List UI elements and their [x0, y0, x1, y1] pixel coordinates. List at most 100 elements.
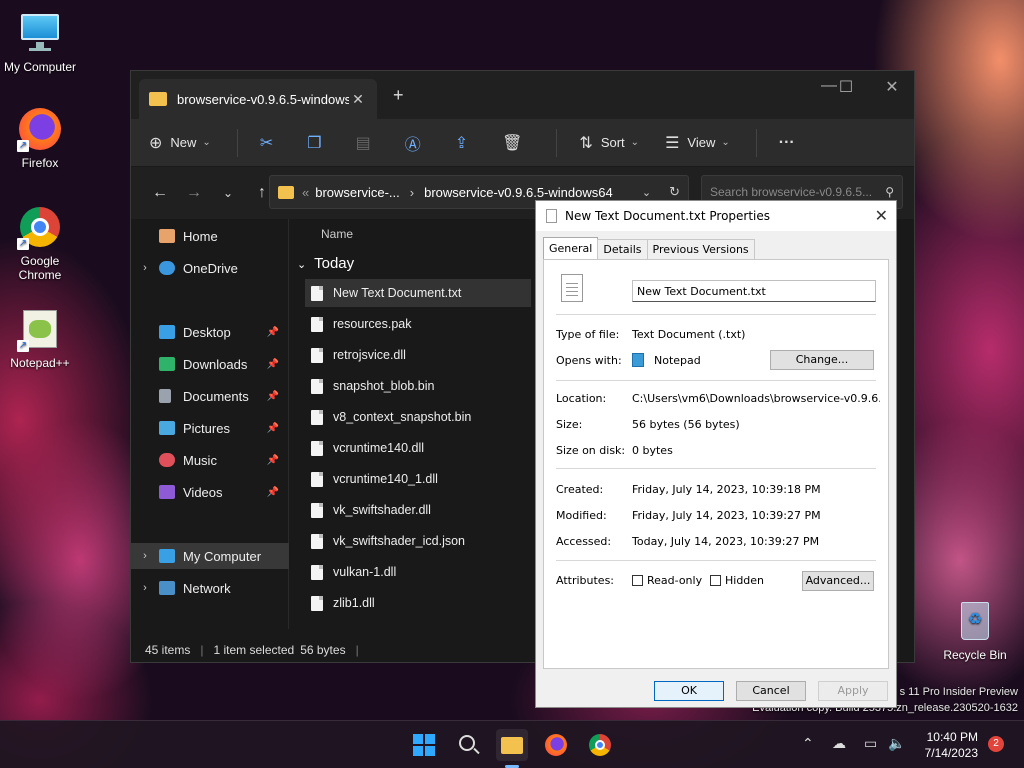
desktop-icon-recycle-bin[interactable]: ♻ Recycle Bin: [935, 598, 1015, 662]
filename-input[interactable]: New Text Document.txt: [632, 280, 876, 302]
change-button[interactable]: Change...: [770, 350, 874, 370]
paste-button[interactable]: ▤: [356, 133, 379, 153]
nav-item-downloads[interactable]: Downloads 📌: [131, 351, 289, 377]
column-header-name[interactable]: Name: [321, 227, 353, 241]
pin-icon[interactable]: 📌: [267, 359, 279, 370]
file-row[interactable]: New Text Document.txt: [305, 279, 531, 307]
expand-chevron-icon[interactable]: ›: [131, 262, 159, 274]
file-name: vk_swiftshader_icd.json: [333, 534, 466, 548]
explorer-tab[interactable]: browservice-v0.9.6.5-windows64 ✕: [139, 79, 377, 119]
ok-button[interactable]: OK: [654, 681, 724, 701]
nav-item-home[interactable]: Home: [131, 223, 289, 249]
view-button[interactable]: ☰ View ⌄: [665, 133, 730, 153]
checkbox-box[interactable]: [632, 575, 643, 586]
nav-item-my-computer[interactable]: › My Computer: [131, 543, 289, 569]
sort-button[interactable]: ⇅ Sort ⌄: [579, 133, 639, 153]
file-row[interactable]: v8_context_snapshot.bin: [305, 403, 531, 431]
pin-icon[interactable]: 📌: [267, 455, 279, 466]
group-collapse-chevron-icon[interactable]: ⌄: [297, 259, 306, 271]
taskbar-file-explorer[interactable]: [496, 729, 528, 768]
dll-file-icon: [311, 347, 323, 363]
hidden-checkbox[interactable]: Hidden: [710, 574, 764, 587]
back-arrow-icon[interactable]: ←: [143, 184, 177, 202]
network-disconnected-icon[interactable]: ☁: [832, 735, 846, 752]
search-input[interactable]: Search browservice-v0.9.6.5...: [710, 185, 879, 199]
file-row[interactable]: vk_swiftshader.dll: [305, 496, 531, 524]
nav-item-label: Documents: [183, 388, 249, 404]
new-tab-button[interactable]: +: [393, 85, 404, 106]
file-row[interactable]: vcruntime140_1.dll: [305, 465, 531, 493]
new-button-label: New: [170, 135, 197, 150]
breadcrumb-item[interactable]: browservice-v0.9.6.5-windows64: [424, 185, 613, 200]
tray-overflow-chevron-icon[interactable]: ⌃: [802, 735, 814, 752]
cancel-button[interactable]: Cancel: [736, 681, 806, 701]
nav-item-desktop[interactable]: Desktop 📌: [131, 319, 289, 345]
file-row[interactable]: snapshot_blob.bin: [305, 372, 531, 400]
trash-icon: 🗑: [502, 134, 523, 152]
taskbar-chrome[interactable]: [584, 729, 616, 761]
view-button-label: View: [687, 135, 716, 150]
file-row[interactable]: resources.pak: [305, 310, 531, 338]
volume-icon[interactable]: 🔈: [888, 735, 905, 752]
readonly-checkbox[interactable]: Read-only: [632, 574, 702, 587]
more-options-button[interactable]: ···: [779, 134, 803, 152]
apply-button[interactable]: Apply: [818, 681, 888, 701]
cut-button[interactable]: ✂: [260, 133, 281, 153]
nav-item-network[interactable]: › Network: [131, 575, 289, 601]
file-row[interactable]: vulkan-1.dll: [305, 558, 531, 586]
delete-button[interactable]: 🗑: [502, 133, 530, 153]
address-dropdown-icon[interactable]: ⌄: [642, 186, 651, 199]
refresh-icon[interactable]: ↻: [669, 184, 680, 200]
nav-item-documents[interactable]: Documents 📌: [131, 383, 289, 409]
notification-badge[interactable]: 2: [988, 736, 1004, 752]
pin-icon[interactable]: 📌: [267, 423, 279, 434]
nav-item-onedrive[interactable]: › OneDrive: [131, 255, 289, 281]
advanced-button[interactable]: Advanced...: [802, 571, 874, 591]
desktop-icon-firefox[interactable]: ↗ Firefox: [0, 106, 80, 170]
close-window-button[interactable]: ✕: [869, 77, 915, 97]
desktop-icon-notepadpp[interactable]: ↗ Notepad++: [0, 306, 80, 370]
dialog-close-button[interactable]: ✕: [875, 206, 888, 225]
modified-label: Modified:: [556, 509, 607, 522]
tab-details[interactable]: Details: [597, 239, 648, 259]
file-row[interactable]: zlib1.dll: [305, 589, 531, 617]
copy-button[interactable]: ❐: [307, 133, 329, 153]
nav-item-pictures[interactable]: Pictures 📌: [131, 415, 289, 441]
desktop-icon-chrome[interactable]: ↗ Google Chrome: [0, 204, 80, 282]
forward-arrow-icon[interactable]: →: [177, 184, 211, 202]
new-button[interactable]: ⊕ New ⌄: [149, 133, 211, 153]
rename-button[interactable]: Ⓐ: [405, 131, 429, 155]
taskbar-clock[interactable]: 10:40 PM 7/14/2023: [908, 729, 978, 761]
location-label: Location:: [556, 392, 607, 405]
desktop-icon-label: Notepad++: [10, 356, 70, 370]
start-button[interactable]: [408, 729, 440, 761]
expand-chevron-icon[interactable]: ›: [131, 582, 159, 594]
display-icon[interactable]: ▭: [864, 735, 877, 752]
nav-item-music[interactable]: Music 📌: [131, 447, 289, 473]
maximize-button[interactable]: ☐: [823, 77, 869, 97]
expand-chevron-icon[interactable]: ›: [131, 550, 159, 562]
file-row[interactable]: retrojsvice.dll: [305, 341, 531, 369]
breadcrumb-overflow-icon[interactable]: «: [302, 185, 309, 200]
recent-locations-chevron-icon[interactable]: ⌄: [211, 186, 245, 200]
file-row[interactable]: vk_swiftshader_icd.json: [305, 527, 531, 555]
breadcrumb-item[interactable]: browservice-...: [315, 185, 400, 200]
general-tab-panel: New Text Document.txt Type of file: Text…: [543, 259, 889, 669]
share-button[interactable]: ⇪: [455, 133, 476, 153]
taskbar-firefox[interactable]: [540, 729, 572, 761]
nav-item-videos[interactable]: Videos 📌: [131, 479, 289, 505]
tab-previous-versions[interactable]: Previous Versions: [646, 239, 755, 259]
tab-close-icon[interactable]: ✕: [349, 91, 367, 108]
pin-icon[interactable]: 📌: [267, 327, 279, 338]
pin-icon[interactable]: 📌: [267, 391, 279, 402]
videos-icon: [159, 485, 175, 499]
pin-icon[interactable]: 📌: [267, 487, 279, 498]
desktop-icon-my-computer[interactable]: My Computer: [0, 10, 80, 74]
copy-icon: ❐: [307, 134, 322, 152]
tab-general[interactable]: General: [543, 237, 599, 259]
file-row[interactable]: vcruntime140.dll: [305, 434, 531, 462]
hidden-label: Hidden: [725, 574, 765, 587]
search-button[interactable]: [452, 729, 484, 761]
group-header[interactable]: ⌄ Today: [297, 255, 354, 272]
checkbox-box[interactable]: [710, 575, 721, 586]
